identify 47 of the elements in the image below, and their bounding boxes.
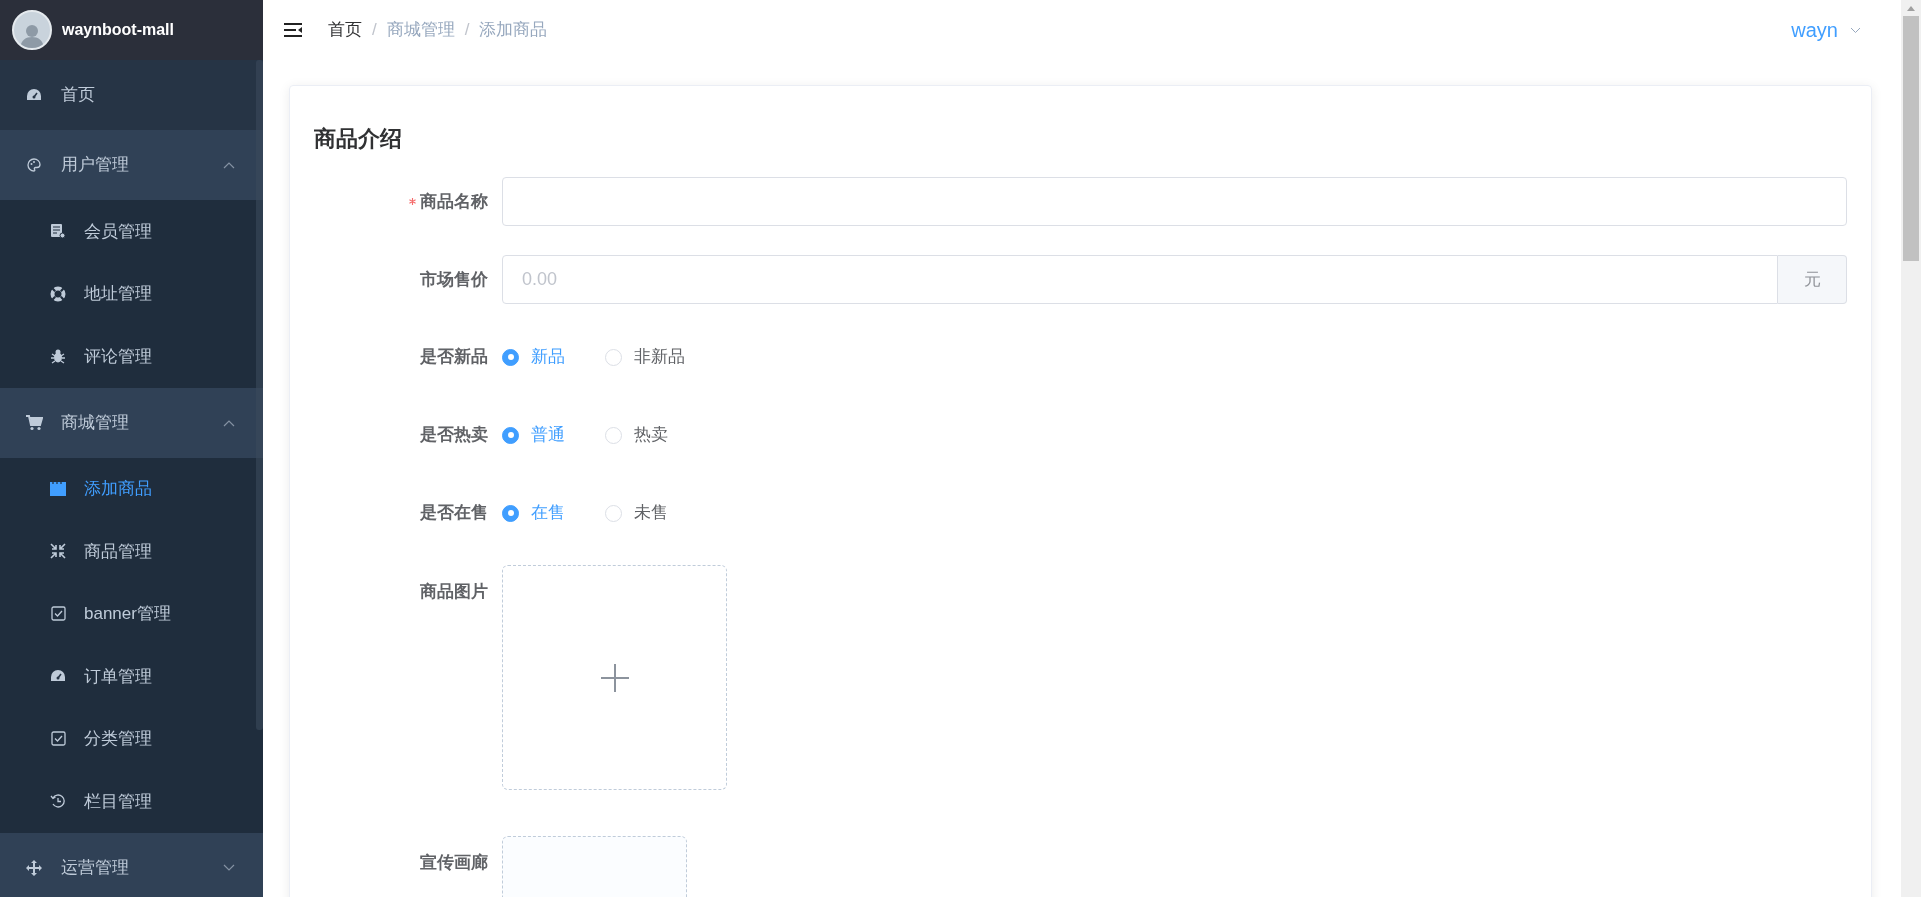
radio-option[interactable]: 热卖 — [605, 422, 672, 448]
scrollbar[interactable] — [1901, 0, 1921, 897]
radio-button[interactable] — [502, 504, 519, 522]
image-upload-button[interactable] — [502, 565, 727, 790]
avatar — [12, 10, 52, 50]
breadcrumb-separator: / — [372, 19, 377, 42]
menu-toggle-icon[interactable] — [283, 20, 305, 40]
history-icon — [49, 793, 67, 810]
breadcrumb-link[interactable]: 首页 — [328, 17, 362, 43]
app-title: waynboot-mall — [62, 20, 174, 40]
field-label: 是否新品 — [420, 346, 488, 369]
radio-button[interactable] — [502, 348, 519, 366]
move-arrows-icon — [25, 859, 43, 876]
text-input-field[interactable] — [502, 177, 1847, 226]
lifebuoy-icon — [49, 285, 67, 302]
price-input-field[interactable]: 0.00 — [502, 255, 1778, 304]
card-icon — [49, 223, 67, 240]
menu-item[interactable]: 商城管理 — [0, 387, 263, 458]
field-label: 宣传画廊 — [420, 852, 488, 874]
field-label: 是否热卖 — [420, 424, 488, 447]
radio-button[interactable] — [502, 426, 519, 444]
bug-icon — [49, 348, 67, 365]
currency-suffix: 元 — [1778, 255, 1847, 304]
chevron-down-icon — [1850, 26, 1861, 34]
radio-option[interactable]: 未售 — [605, 500, 672, 526]
folder-icon — [49, 480, 67, 497]
dashboard-icon — [25, 88, 43, 102]
field-label: 市场售价 — [420, 268, 488, 291]
shrink-arrows-icon — [49, 543, 67, 560]
checkbox-icon — [49, 606, 67, 622]
plus-icon — [599, 662, 630, 693]
field-label: 商品图片 — [420, 581, 488, 603]
menu-item[interactable]: 运营管理 — [0, 832, 263, 897]
cart-icon — [25, 414, 43, 431]
sidebar-scrollbar[interactable] — [256, 60, 263, 730]
dashboard-icon — [49, 669, 67, 684]
checkbox-icon — [49, 731, 67, 747]
menu-item[interactable]: 用户管理 — [0, 130, 263, 200]
breadcrumb-separator: / — [464, 19, 470, 42]
field-label: 商品名称 — [420, 190, 488, 213]
radio-option[interactable]: 非新品 — [605, 344, 685, 370]
scrollbar-thumb[interactable] — [1903, 16, 1919, 261]
scroll-up-icon[interactable] — [1906, 4, 1916, 12]
section-title: 商品介绍 — [314, 125, 403, 153]
palette-icon — [25, 158, 43, 172]
menu-item[interactable]: 首页 — [0, 60, 263, 130]
field-label: 是否在售 — [420, 502, 488, 525]
